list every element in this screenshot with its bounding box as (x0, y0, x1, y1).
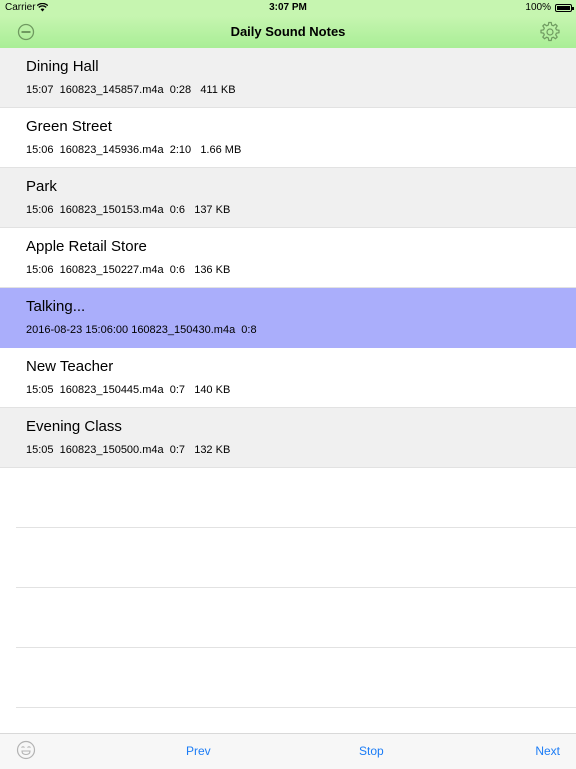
empty-row (16, 588, 576, 648)
note-row-new-teacher[interactable]: New Teacher 15:05 160823_150445.m4a 0:7 … (0, 348, 576, 408)
battery-percentage: 100% (525, 2, 551, 13)
note-row-park[interactable]: Park 15:06 160823_150153.m4a 0:6 137 KB (0, 168, 576, 228)
note-title: Green Street (26, 118, 112, 135)
navigation-bar: Daily Sound Notes (0, 16, 576, 49)
empty-row (16, 648, 576, 708)
note-title: Talking... (26, 298, 86, 315)
prev-button[interactable]: Prev (186, 734, 211, 769)
note-title: Park (26, 178, 57, 195)
note-detail: 15:06 160823_150227.m4a 0:6 136 KB (26, 264, 231, 276)
note-detail: 2016-08-23 15:06:00 160823_150430.m4a 0:… (26, 324, 257, 336)
note-row-evening-class[interactable]: Evening Class 15:05 160823_150500.m4a 0:… (0, 408, 576, 468)
next-button[interactable]: Next (535, 734, 560, 769)
sound-notes-list: Dining Hall 15:07 160823_145857.m4a 0:28… (0, 48, 576, 708)
note-detail: 15:07 160823_145857.m4a 0:28 411 KB (26, 84, 236, 96)
note-row-apple-retail-store[interactable]: Apple Retail Store 15:06 160823_150227.m… (0, 228, 576, 288)
note-title: Dining Hall (26, 58, 99, 75)
smiley-icon[interactable] (16, 740, 36, 760)
battery-icon (555, 4, 574, 12)
page-title: Daily Sound Notes (230, 24, 346, 39)
note-row-dining-hall[interactable]: Dining Hall 15:07 160823_145857.m4a 0:28… (0, 48, 576, 108)
note-title: Evening Class (26, 418, 122, 435)
note-detail: 15:05 160823_150500.m4a 0:7 132 KB (26, 444, 231, 456)
note-title: Apple Retail Store (26, 238, 147, 255)
note-detail: 15:05 160823_150445.m4a 0:7 140 KB (26, 384, 231, 396)
note-row-talking-active[interactable]: Talking... 2016-08-23 15:06:00 160823_15… (0, 288, 576, 348)
status-bar: Carrier 3:07 PM 100% (0, 0, 576, 16)
empty-row (16, 528, 576, 588)
note-detail: 15:06 160823_150153.m4a 0:6 137 KB (26, 204, 231, 216)
note-detail: 15:06 160823_145936.m4a 2:10 1.66 MB (26, 144, 242, 156)
note-row-green-street[interactable]: Green Street 15:06 160823_145936.m4a 2:1… (0, 108, 576, 168)
stop-button[interactable]: Stop (359, 734, 384, 769)
empty-row (16, 468, 576, 528)
bottom-toolbar: Prev Stop Next (0, 733, 576, 769)
gear-icon[interactable] (539, 21, 561, 43)
clock: 3:07 PM (269, 2, 307, 13)
note-title: New Teacher (26, 358, 114, 375)
